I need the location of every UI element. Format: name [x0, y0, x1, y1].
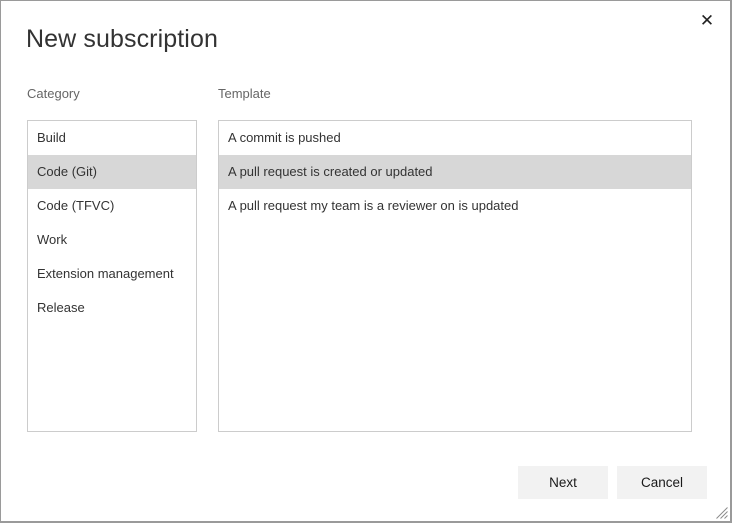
dialog-footer: Next Cancel	[1, 466, 730, 499]
template-item[interactable]: A pull request my team is a reviewer on …	[219, 189, 691, 223]
next-button[interactable]: Next	[518, 466, 608, 499]
category-item[interactable]: Release	[28, 291, 196, 325]
category-item[interactable]: Extension management	[28, 257, 196, 291]
template-item[interactable]: A commit is pushed	[219, 121, 691, 155]
category-label: Category	[27, 86, 80, 101]
template-listbox[interactable]: A commit is pushed A pull request is crea…	[218, 120, 692, 432]
resize-grip-icon[interactable]	[715, 506, 728, 519]
category-item[interactable]: Build	[28, 121, 196, 155]
category-item[interactable]: Code (Git)	[28, 155, 196, 189]
close-icon[interactable]: ✕	[692, 6, 722, 34]
template-item[interactable]: A pull request is created or updated	[219, 155, 691, 189]
template-label: Template	[218, 86, 271, 101]
category-item[interactable]: Work	[28, 223, 196, 257]
cancel-button[interactable]: Cancel	[617, 466, 707, 499]
category-item[interactable]: Code (TFVC)	[28, 189, 196, 223]
new-subscription-dialog: ✕ New subscription Category Template Bui…	[0, 0, 732, 523]
page-title: New subscription	[26, 25, 218, 53]
category-listbox[interactable]: Build Code (Git) Code (TFVC) Work Extension …	[27, 120, 197, 432]
